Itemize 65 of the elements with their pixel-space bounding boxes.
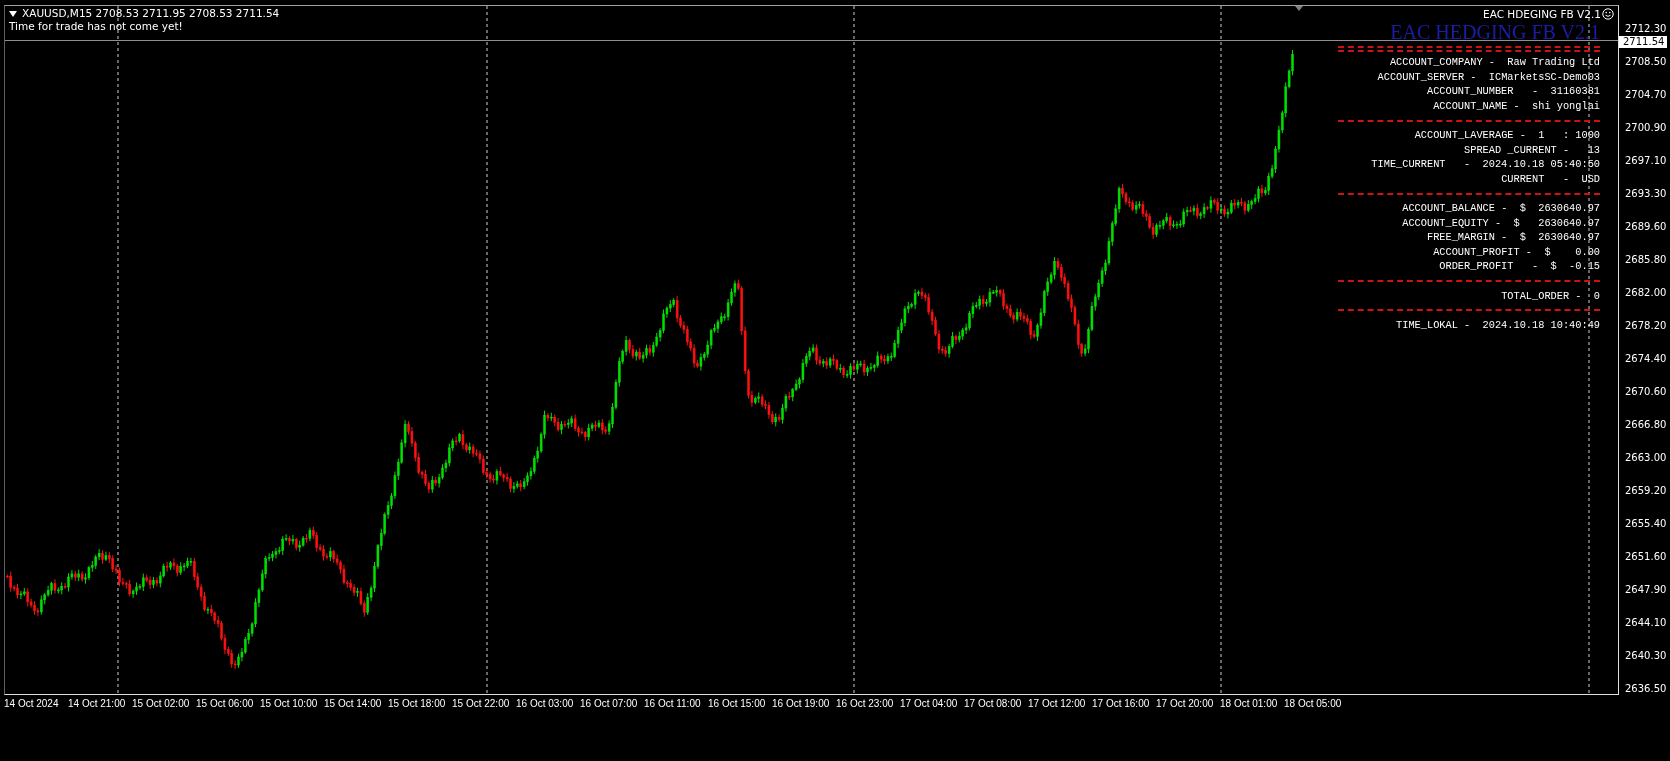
account-info-line: ACCOUNT_PROFIT - $ 0.00 (1433, 244, 1600, 260)
price-label: 2647.90 (1625, 583, 1668, 596)
account-info-line: ACCOUNT_NAME - shi yonglai (1433, 98, 1600, 114)
price-label: 2693.30 (1625, 187, 1668, 200)
account-info-line: ACCOUNT_EQUITY - $ 2630640.97 (1402, 215, 1600, 231)
price-label: 2655.40 (1625, 517, 1668, 530)
shift-marker-icon (1295, 6, 1303, 11)
smiley-icon (1602, 8, 1614, 20)
time-label: 16 Oct 03:00 (516, 697, 575, 711)
time-label: 18 Oct 01:00 (1220, 697, 1279, 711)
time-label: 16 Oct 15:00 (708, 697, 767, 711)
time-label: 15 Oct 14:00 (324, 697, 383, 711)
time-label: 17 Oct 04:00 (900, 697, 959, 711)
time-label: 15 Oct 22:00 (452, 697, 511, 711)
time-label: 17 Oct 16:00 (1092, 697, 1151, 711)
time-label: 18 Oct 05:00 (1284, 697, 1343, 711)
price-label: 2659.20 (1625, 484, 1668, 497)
price-label: 2697.10 (1625, 154, 1668, 167)
price-label: 2700.90 (1625, 121, 1668, 134)
account-info-line: CURRENT - USD (1501, 171, 1600, 187)
time-label: 16 Oct 23:00 (836, 697, 895, 711)
price-label: 2689.60 (1625, 220, 1668, 233)
dropdown-icon[interactable] (9, 10, 17, 17)
price-label: 2640.30 (1625, 649, 1668, 662)
price-label: 2712.30 (1625, 22, 1668, 35)
status-message: Time for trade has not come yet! (9, 20, 184, 33)
price-label: 2644.10 (1625, 616, 1668, 629)
time-label: 15 Oct 02:00 (132, 697, 191, 711)
account-info-line: ACCOUNT_COMPANY - Raw Trading Ltd (1389, 55, 1600, 70)
time-label: 14 Oct 2024 (4, 697, 60, 711)
time-label: 17 Oct 20:00 (1156, 697, 1215, 711)
account-info-line: TIME_CURRENT - 2024.10.18 05:40:50 (1371, 157, 1600, 172)
current-price-label: 2711.54 (1619, 36, 1668, 48)
price-label: 2663.00 (1625, 451, 1668, 464)
price-label: 2685.80 (1625, 253, 1668, 266)
expert-name: EAC HDEGING FB V2.1 (1483, 7, 1601, 21)
price-label: 2651.60 (1625, 550, 1668, 563)
price-label: 2682.00 (1625, 286, 1668, 299)
time-label: 17 Oct 08:00 (964, 697, 1023, 711)
price-label: 2708.50 (1625, 55, 1668, 68)
time-label: 17 Oct 12:00 (1028, 697, 1087, 711)
price-label: 2670.60 (1625, 385, 1668, 398)
account-info-line: ACCOUNT_LAVERAGE - 1 : 1000 (1414, 127, 1600, 143)
price-label: 2666.80 (1625, 418, 1668, 431)
account-info-line: TOTAL_ORDER - 0 (1501, 288, 1600, 304)
price-label: 2704.70 (1625, 88, 1668, 101)
price-label: 2678.20 (1625, 319, 1668, 332)
account-info-line: ACCOUNT_NUMBER - 31160381 (1426, 84, 1600, 99)
account-info-line: TIME_LOKAL - 2024.10.18 10:40:49 (1396, 317, 1600, 333)
account-info-line: SPREAD _CURRENT - 13 (1464, 142, 1600, 158)
time-label: 15 Oct 10:00 (260, 697, 319, 711)
expert-title: EAC HEDGING FB V2.1 (1390, 21, 1600, 43)
price-label: 2636.50 (1625, 682, 1668, 695)
time-label: 14 Oct 21:00 (68, 697, 127, 711)
account-info-line: ORDER_PROFIT - $ -0.15 (1439, 259, 1600, 274)
time-label: 16 Oct 07:00 (580, 697, 639, 711)
time-label: 15 Oct 18:00 (388, 697, 447, 711)
time-label: 15 Oct 06:00 (196, 697, 255, 711)
price-label: 2674.40 (1625, 352, 1668, 365)
account-info-line: ACCOUNT_SERVER - ICMarketsSC-Demo03 (1377, 69, 1600, 85)
account-info-line: FREE_MARGIN - $ 2630640.97 (1426, 230, 1600, 245)
time-label: 16 Oct 11:00 (644, 697, 702, 711)
symbol-quote: XAUUSD,M15 2708.53 2711.95 2708.53 2711.54 (22, 7, 280, 20)
account-info-line: ACCOUNT_BALANCE - $ 2630640.97 (1402, 200, 1600, 216)
time-label: 16 Oct 19:00 (772, 697, 831, 711)
